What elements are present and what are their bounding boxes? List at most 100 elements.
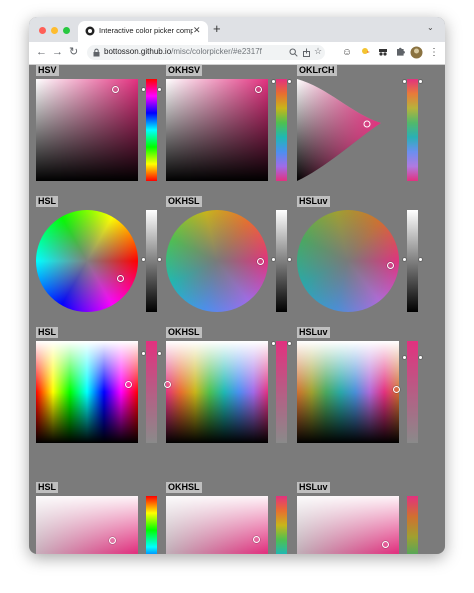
slider-handle[interactable] bbox=[157, 87, 162, 92]
hue-slider[interactable] bbox=[271, 79, 292, 181]
tab-close-icon[interactable]: ✕ bbox=[193, 25, 201, 35]
picker-label: OKHSL bbox=[166, 482, 202, 493]
maximize-window-button[interactable] bbox=[63, 27, 70, 34]
color-marker[interactable] bbox=[255, 86, 262, 93]
hue-slider[interactable] bbox=[141, 79, 162, 181]
picker-label: HSL bbox=[36, 482, 58, 493]
smiley-extension-icon[interactable]: ☺ bbox=[340, 46, 354, 60]
picker-label: OKLrCH bbox=[297, 65, 337, 76]
tab-bar: Interactive color picker compa ✕ + ⌄ bbox=[29, 17, 445, 42]
kebab-menu-icon[interactable]: ⋮ bbox=[427, 46, 441, 60]
slider-handle[interactable] bbox=[157, 351, 162, 356]
picker-label: HSLuv bbox=[297, 482, 330, 493]
okhsl-square-picker: OKHSL bbox=[164, 327, 292, 443]
slider-handle[interactable] bbox=[271, 79, 276, 84]
puzzle-extensions-icon[interactable] bbox=[393, 46, 407, 60]
duck-extension-icon[interactable] bbox=[358, 46, 372, 60]
slider-handle[interactable] bbox=[271, 341, 276, 346]
okhsv-color-area[interactable] bbox=[166, 79, 268, 181]
lightness-slider[interactable] bbox=[402, 210, 423, 312]
color-marker[interactable] bbox=[112, 86, 119, 93]
slider-handle[interactable] bbox=[157, 257, 162, 262]
color-marker[interactable] bbox=[253, 536, 260, 543]
address-bar[interactable]: bottosson.github.io/misc/colorpicker/#e2… bbox=[87, 45, 325, 60]
slider-handle[interactable] bbox=[271, 257, 276, 262]
slider-handle[interactable] bbox=[287, 79, 292, 84]
picker-label: HSLuv bbox=[297, 327, 330, 338]
hue-slider[interactable] bbox=[402, 79, 423, 181]
hsl-hue-lightness-area[interactable] bbox=[36, 341, 138, 443]
hsluv-sat-light-picker: HSLuv bbox=[297, 482, 418, 554]
hsluv-wheel-picker: HSLuv bbox=[297, 196, 423, 312]
hue-slider[interactable] bbox=[146, 496, 157, 554]
slider-handle[interactable] bbox=[418, 355, 423, 360]
url-path: /misc/colorpicker/#e2317f bbox=[171, 47, 262, 56]
color-marker[interactable] bbox=[382, 541, 389, 548]
okhsl-saturation-lightness-area[interactable] bbox=[166, 496, 268, 554]
browser-window: Interactive color picker compa ✕ + ⌄ ← →… bbox=[29, 17, 445, 554]
color-picker-page: HSV OKHSV OKLrCH HSL OKHSL HSLuv HSL OKH… bbox=[29, 65, 445, 554]
picker-label: OKHSL bbox=[166, 327, 202, 338]
slider-handle[interactable] bbox=[287, 341, 292, 346]
color-marker[interactable] bbox=[125, 381, 132, 388]
tab-active[interactable]: Interactive color picker compa ✕ bbox=[78, 21, 208, 42]
slider-handle[interactable] bbox=[287, 257, 292, 262]
color-marker[interactable] bbox=[387, 262, 394, 269]
okhsl-color-wheel[interactable] bbox=[166, 210, 268, 312]
tab-title: Interactive color picker compa bbox=[99, 26, 193, 35]
color-marker[interactable] bbox=[393, 386, 400, 393]
oklrch-color-area[interactable] bbox=[297, 79, 399, 181]
share-icon[interactable] bbox=[302, 48, 311, 57]
okhsv-picker: OKHSV bbox=[166, 65, 292, 181]
slider-handle[interactable] bbox=[402, 355, 407, 360]
avatar[interactable] bbox=[409, 46, 423, 60]
slider-handle[interactable] bbox=[402, 257, 407, 262]
saturation-slider[interactable] bbox=[271, 341, 292, 443]
color-marker[interactable] bbox=[117, 275, 124, 282]
hsl-color-wheel[interactable] bbox=[36, 210, 138, 312]
tab-search-chevron-icon[interactable]: ⌄ bbox=[427, 23, 434, 32]
hsl-square-picker: HSL bbox=[36, 327, 162, 443]
lightness-slider[interactable] bbox=[141, 210, 162, 312]
picker-label: HSLuv bbox=[297, 196, 330, 207]
bookmark-star-icon[interactable]: ☆ bbox=[314, 46, 322, 57]
slider-handle[interactable] bbox=[141, 351, 146, 356]
okhsl-wheel-picker: OKHSL bbox=[166, 196, 292, 312]
color-marker[interactable] bbox=[257, 258, 264, 265]
url-text: bottosson.github.io/misc/colorpicker/#e2… bbox=[104, 47, 262, 56]
hsv-color-area[interactable] bbox=[36, 79, 138, 181]
saturation-slider[interactable] bbox=[402, 341, 423, 443]
hsluv-square-picker: HSLuv bbox=[297, 327, 423, 443]
picker-label: HSV bbox=[36, 65, 59, 76]
hsluv-saturation-lightness-area[interactable] bbox=[297, 496, 399, 554]
slider-handle[interactable] bbox=[402, 79, 407, 84]
hsluv-hue-lightness-area[interactable] bbox=[297, 341, 400, 443]
color-marker[interactable] bbox=[109, 537, 116, 544]
back-button[interactable]: ← bbox=[36, 46, 47, 59]
url-host: bottosson.github.io bbox=[104, 47, 172, 56]
close-window-button[interactable] bbox=[39, 27, 46, 34]
reload-button[interactable]: ↻ bbox=[69, 46, 78, 59]
hsluv-color-wheel[interactable] bbox=[297, 210, 399, 312]
zoom-icon[interactable] bbox=[289, 48, 298, 57]
hsv-picker: HSV bbox=[36, 65, 162, 181]
slider-handle[interactable] bbox=[418, 257, 423, 262]
okhsl-sat-light-picker: OKHSL bbox=[166, 482, 287, 554]
saturation-slider[interactable] bbox=[141, 341, 162, 443]
new-tab-button[interactable]: + bbox=[213, 22, 221, 35]
hsl-saturation-lightness-area[interactable] bbox=[36, 496, 138, 554]
lightness-slider[interactable] bbox=[271, 210, 292, 312]
picker-label: OKHSL bbox=[166, 196, 202, 207]
hue-slider[interactable] bbox=[407, 496, 418, 554]
slider-handle[interactable] bbox=[141, 257, 146, 262]
forward-button[interactable]: → bbox=[52, 46, 63, 59]
color-marker[interactable] bbox=[164, 381, 171, 388]
spy-extension-icon[interactable] bbox=[376, 46, 390, 60]
picker-label: HSL bbox=[36, 327, 58, 338]
toolbar: ← → ↻ bottosson.github.io/misc/colorpick… bbox=[29, 42, 445, 65]
minimize-window-button[interactable] bbox=[51, 27, 58, 34]
hue-slider[interactable] bbox=[276, 496, 287, 554]
slider-handle[interactable] bbox=[418, 79, 423, 84]
okhsl-hue-lightness-area[interactable] bbox=[164, 341, 268, 443]
slider-handle[interactable] bbox=[141, 87, 146, 92]
